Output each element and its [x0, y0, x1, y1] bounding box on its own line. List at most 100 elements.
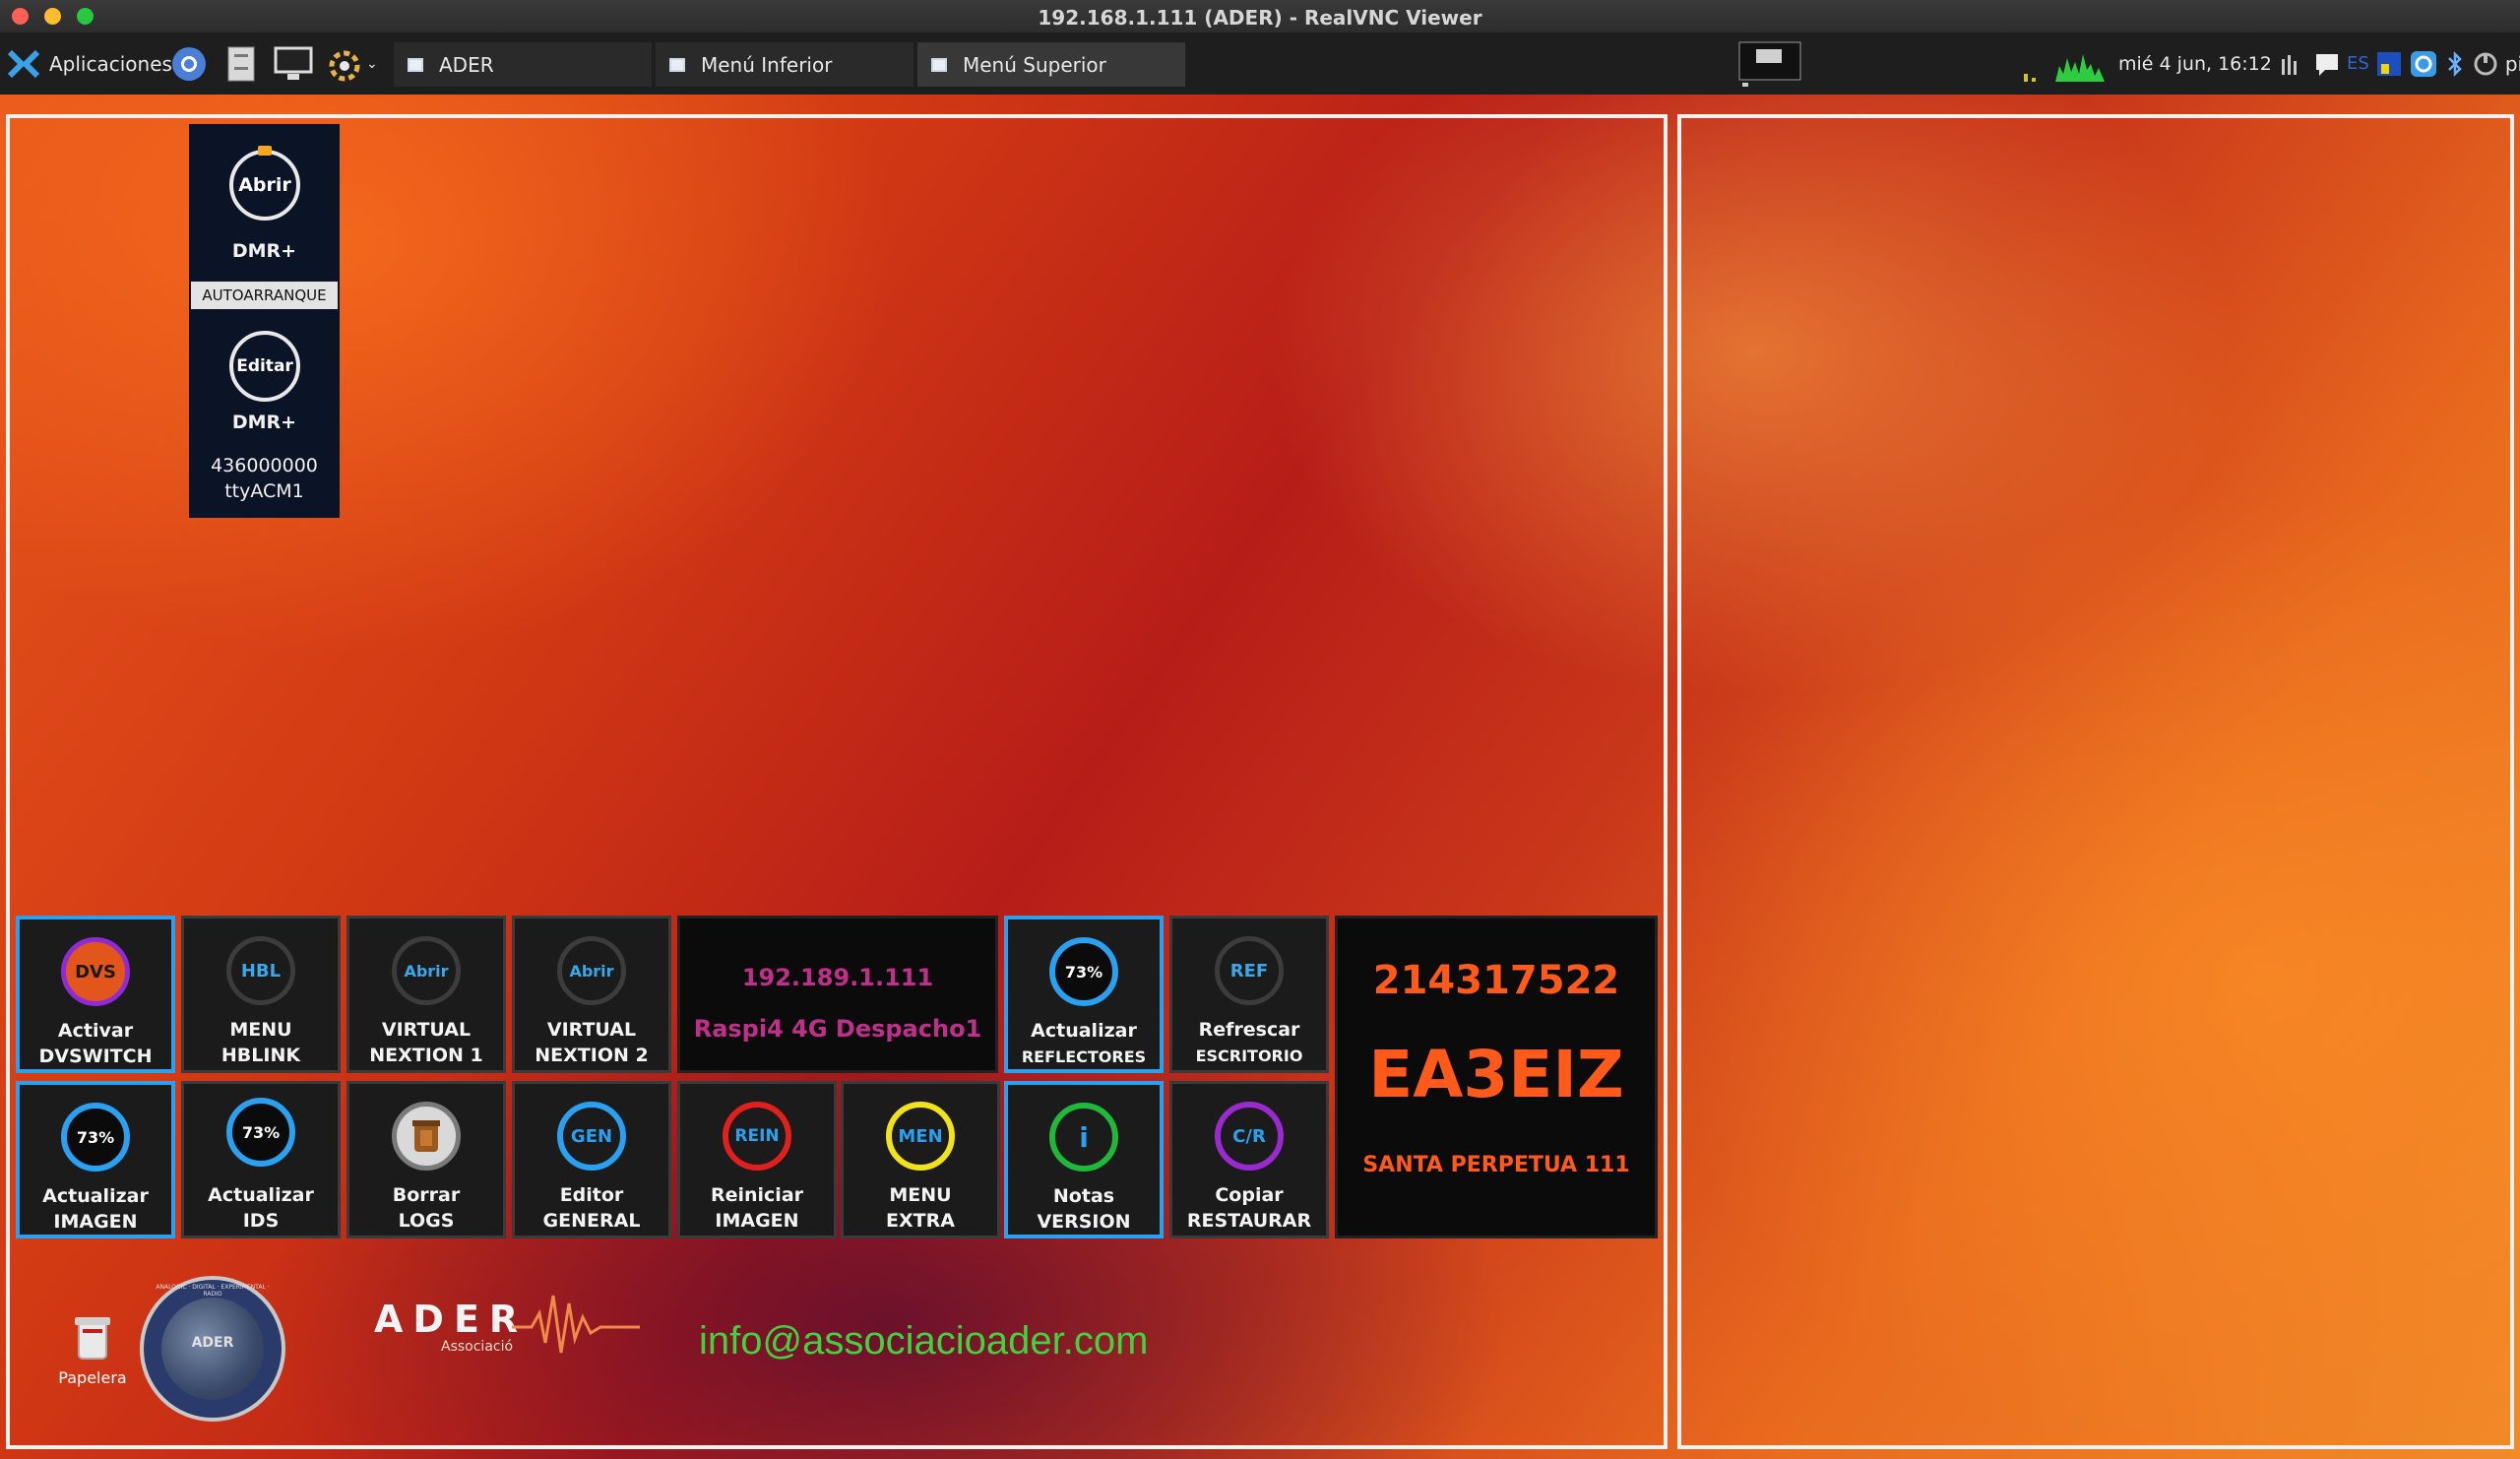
menu-hblink-button[interactable]: HBL MENU HBLINK: [181, 916, 341, 1073]
tile-label: VIRTUAL: [546, 1019, 637, 1041]
desktop: Abrir DMR+ AUTOARRANQUE Editar DMR+ 4360…: [0, 95, 2520, 1459]
tile-label: Activar: [57, 1020, 134, 1042]
tile-label: Borrar: [392, 1184, 461, 1206]
trash-desktop-icon[interactable]: Papelera: [53, 1311, 132, 1387]
edit-dmr-caption: DMR+: [231, 412, 297, 433]
power-icon[interactable]: [2472, 50, 2499, 78]
tile-sublabel: GENERAL: [542, 1210, 641, 1232]
chromium-icon: [172, 46, 206, 81]
hostname: Raspi4 4G Despacho1: [693, 1015, 982, 1043]
browser-launcher[interactable]: [169, 40, 209, 87]
activate-dvswitch-button[interactable]: DVS Activar DVSWITCH: [16, 916, 175, 1073]
ader-seal-logo: ADER ANALOGIC · DIGITAL · EXPERIMENTAL ·…: [140, 1276, 285, 1422]
tile-label: Actualizar: [208, 1184, 314, 1206]
men-icon: MEN: [886, 1102, 955, 1171]
ip-address: 192.189.1.111: [741, 964, 934, 991]
workspace-icon: [1738, 41, 1801, 87]
tile-sublabel: IMAGEN: [53, 1211, 138, 1233]
chat-icon[interactable]: [2313, 50, 2341, 78]
contact-email-link[interactable]: info@associacioader.com: [699, 1319, 1148, 1364]
trash-label: Papelera: [58, 1368, 127, 1387]
tile-label: Refrescar: [1198, 1019, 1300, 1041]
tile-sublabel: EXTRA: [886, 1210, 955, 1232]
xfce-icon: [7, 49, 40, 78]
window-button-ader[interactable]: ADER: [394, 42, 652, 87]
trash-icon: [75, 1317, 110, 1360]
update-reflectors-button[interactable]: 73% Actualizar REFLECTORES: [1004, 916, 1164, 1073]
gear-wrench-icon: [329, 50, 360, 81]
edit-dmr-button[interactable]: Editar: [229, 331, 300, 402]
seal-center: ADER: [191, 1335, 234, 1351]
tile-label: Actualizar: [42, 1185, 149, 1207]
tile-sublabel: REFLECTORES: [1021, 1047, 1147, 1066]
logo-subtext: Associació: [441, 1339, 514, 1355]
file-cabinet-icon: [227, 46, 255, 81]
user-label[interactable]: pi: [2505, 52, 2520, 76]
station-id-panel: 214317522 EA3EIZ SANTA PERPETUA 111: [1335, 916, 1658, 1238]
tile-sublabel: VERSION: [1037, 1211, 1131, 1233]
volume-bars-icon[interactable]: [2278, 49, 2307, 79]
workspace-switcher[interactable]: [1738, 40, 1801, 87]
applications-menu[interactable]: Aplicaciones: [6, 40, 172, 87]
clock[interactable]: mié 4 jun, 16:12: [2118, 40, 2272, 87]
tile-label: Copiar: [1215, 1184, 1284, 1206]
window-label: Menú Inferior: [701, 52, 833, 77]
window-icon: [931, 57, 947, 72]
dvs-icon: DVS: [61, 937, 130, 1006]
delete-logs-button[interactable]: Borrar LOGS: [346, 1081, 506, 1238]
settings-launcher[interactable]: ⌄: [325, 40, 378, 87]
trash-bin-icon: [392, 1102, 461, 1171]
tile-label: Actualizar: [1031, 1020, 1137, 1042]
chevron-down-icon[interactable]: ⌄: [366, 56, 378, 72]
ref-icon: REF: [1215, 936, 1284, 1005]
file-manager-launcher[interactable]: [226, 40, 256, 87]
window-label: ADER: [439, 52, 494, 77]
tile-sublabel: RESTAURAR: [1186, 1210, 1312, 1232]
refresh-desktop-button[interactable]: REF Refrescar ESCRITORIO: [1169, 916, 1329, 1073]
network-icon[interactable]: [2375, 50, 2403, 78]
window-icon: [669, 57, 685, 72]
autostart-button[interactable]: AUTOARRANQUE: [191, 282, 338, 309]
window-button-menu-inferior[interactable]: Menú Inferior: [656, 42, 914, 87]
tile-label: MENU: [889, 1184, 952, 1206]
virtual-nextion-2-button[interactable]: Abrir VIRTUAL NEXTION 2: [512, 916, 671, 1073]
tile-label: Reiniciar: [710, 1184, 804, 1206]
dmr-id-number: 214317522: [1372, 958, 1620, 1003]
tray-icons: ES pi: [2278, 40, 2520, 87]
update-image-button[interactable]: 73% Actualizar IMAGEN: [16, 1081, 175, 1238]
window-button-menu-superior[interactable]: Menú Superior: [917, 42, 1185, 87]
open-icon: Abrir: [557, 936, 626, 1005]
restart-image-button[interactable]: REIN Reiniciar IMAGEN: [677, 1081, 837, 1238]
applications-label: Aplicaciones: [49, 51, 172, 76]
open-icon: Abrir: [392, 936, 461, 1005]
editor-general-button[interactable]: GEN Editor GENERAL: [512, 1081, 671, 1238]
menu-extra-button[interactable]: MEN MENU EXTRA: [841, 1081, 1000, 1238]
tile-sublabel: LOGS: [398, 1210, 455, 1232]
right-screen-frame: [1677, 114, 2514, 1449]
tile-sublabel: IMAGEN: [715, 1210, 799, 1232]
virtual-nextion-1-button[interactable]: Abrir VIRTUAL NEXTION 1: [346, 916, 506, 1073]
window-label: Menú Superior: [963, 52, 1106, 77]
update-ids-button[interactable]: 73% Actualizar IDS: [181, 1081, 341, 1238]
waveform-icon: [512, 1295, 640, 1354]
terminal-launcher[interactable]: [274, 40, 313, 87]
open-dmr-button[interactable]: Abrir: [229, 150, 300, 221]
gen-icon: GEN: [557, 1102, 626, 1171]
tile-sublabel: NEXTION 1: [369, 1045, 483, 1066]
keyboard-layout[interactable]: ES: [2347, 53, 2369, 74]
serial-port: ttyACM1: [224, 480, 304, 502]
version-notes-button[interactable]: i Notas VERSION: [1004, 1081, 1164, 1238]
tile-label: Editor: [559, 1184, 624, 1206]
progress-ring-icon: 73%: [226, 1098, 295, 1167]
seal-text: ANALOGIC · DIGITAL · EXPERIMENTAL · RADI…: [156, 1284, 270, 1298]
bluetooth-icon[interactable]: [2444, 49, 2466, 79]
callsign: EA3EIZ: [1368, 1037, 1624, 1112]
dmr-launcher-panel: Abrir DMR+ AUTOARRANQUE Editar DMR+ 4360…: [189, 124, 340, 518]
plus-icon: [258, 146, 272, 156]
update-icon[interactable]: [2409, 49, 2438, 79]
window-titlebar: 192.168.1.111 (ADER) - RealVNC Viewer: [0, 0, 2520, 33]
copy-restore-button[interactable]: C/R Copiar RESTAURAR: [1169, 1081, 1329, 1238]
copy-restore-icon: C/R: [1215, 1102, 1284, 1171]
edit-dmr-label: Editar: [236, 356, 293, 376]
tile-sublabel: DVSWITCH: [38, 1046, 153, 1067]
